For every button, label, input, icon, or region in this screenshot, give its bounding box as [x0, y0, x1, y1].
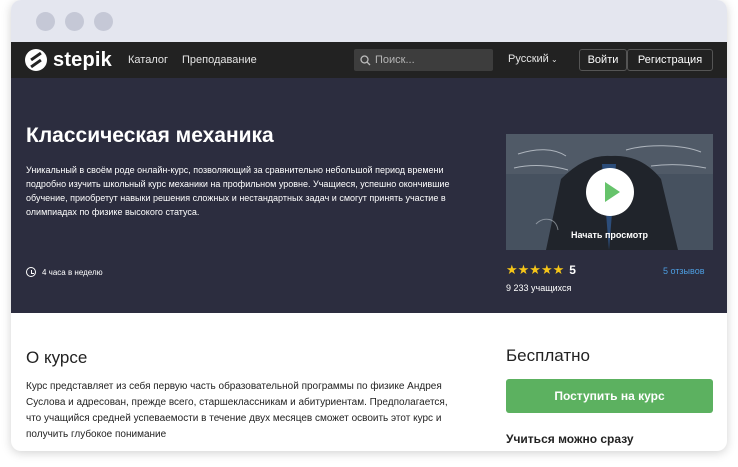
enroll-button[interactable]: Поступить на курс: [506, 379, 713, 413]
chevron-down-icon: ⌄: [548, 55, 558, 64]
video-preview[interactable]: Начать просмотр: [506, 134, 713, 250]
course-description: Уникальный в своём роде онлайн-курс, поз…: [26, 165, 450, 217]
course-rating: ★★★★★ 5: [506, 262, 576, 278]
workload-text: 4 часа в неделю: [42, 267, 103, 277]
browser-chrome: [11, 0, 727, 42]
stepik-logo-icon: [25, 49, 47, 71]
start-now-label: Учиться можно сразу: [506, 432, 634, 446]
about-text: Курс представляет из себя первую часть о…: [26, 381, 448, 440]
window-dot-1[interactable]: [36, 11, 55, 31]
window-dot-3[interactable]: [94, 11, 113, 31]
course-title: Классическая механика: [26, 124, 274, 147]
workload: 4 часа в неделю: [26, 267, 103, 277]
browser-window: stepik Каталог Преподавание Русский ⌄ Во…: [11, 0, 727, 451]
rating-value: 5: [569, 263, 576, 277]
price-label: Бесплатно: [506, 346, 590, 365]
register-button[interactable]: Регистрация: [627, 49, 713, 71]
top-navbar: stepik Каталог Преподавание Русский ⌄ Во…: [11, 42, 727, 78]
course-hero: Классическая механика Уникальный в своём…: [11, 78, 727, 313]
window-dot-2[interactable]: [65, 11, 84, 31]
language-label: Русский: [508, 53, 549, 65]
clock-icon: [26, 267, 36, 277]
logo-text: stepik: [53, 48, 113, 71]
login-button[interactable]: Войти: [579, 49, 627, 71]
about-heading: О курсе: [26, 348, 88, 367]
search-box[interactable]: [354, 49, 493, 71]
play-button[interactable]: [586, 168, 634, 216]
logo[interactable]: stepik: [25, 49, 112, 72]
star-rating-icon: ★★★★★: [506, 262, 565, 277]
language-selector[interactable]: Русский ⌄: [508, 53, 558, 65]
learners-count: 9 233 учащихся: [506, 283, 572, 293]
start-watching-label: Начать просмотр: [571, 230, 648, 240]
search-input[interactable]: [375, 54, 485, 66]
reviews-link[interactable]: 5 отзывов: [663, 266, 705, 276]
nav-catalog[interactable]: Каталог: [128, 54, 168, 66]
search-icon: [360, 54, 371, 65]
nav-teaching[interactable]: Преподавание: [182, 54, 257, 66]
